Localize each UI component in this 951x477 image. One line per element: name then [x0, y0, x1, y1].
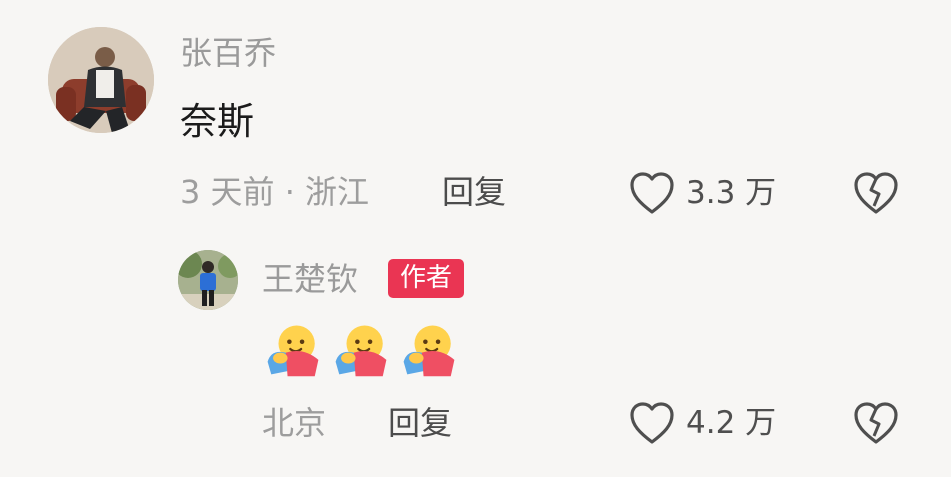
heart-icon — [630, 402, 674, 444]
avatar-photo-icon — [48, 27, 154, 133]
dislike-button[interactable] — [852, 400, 900, 450]
like-button[interactable]: 4.2 万 — [628, 400, 776, 446]
like-button[interactable]: 3.3 万 — [628, 170, 776, 216]
commenter-avatar[interactable] — [48, 27, 154, 133]
like-count: 4.2 万 — [686, 404, 777, 441]
hugging-face-emoji-icon — [335, 325, 387, 377]
author-badge: 作者 — [388, 259, 465, 298]
reply-emoji-content — [264, 320, 458, 378]
like-count: 3.3 万 — [686, 174, 777, 211]
broken-heart-icon — [854, 172, 898, 214]
reply-button[interactable]: 回复 — [442, 176, 506, 208]
heart-icon — [630, 172, 674, 214]
reply-author-avatar[interactable] — [178, 250, 238, 310]
dislike-button[interactable] — [852, 170, 900, 220]
reply-button[interactable]: 回复 — [388, 407, 452, 439]
comment-text: 奈斯 — [180, 100, 254, 143]
avatar-photo-icon — [178, 250, 238, 310]
broken-heart-icon — [854, 402, 898, 444]
reply-author-username[interactable]: 王楚钦 — [262, 263, 358, 295]
commenter-username[interactable]: 张百乔 — [180, 37, 276, 69]
hugging-face-emoji-icon — [403, 325, 455, 377]
comment-time-location: 3 天前 · 浙江 — [180, 173, 370, 211]
reply-location: 北京 — [262, 404, 327, 442]
hugging-face-emoji-icon — [267, 325, 319, 377]
